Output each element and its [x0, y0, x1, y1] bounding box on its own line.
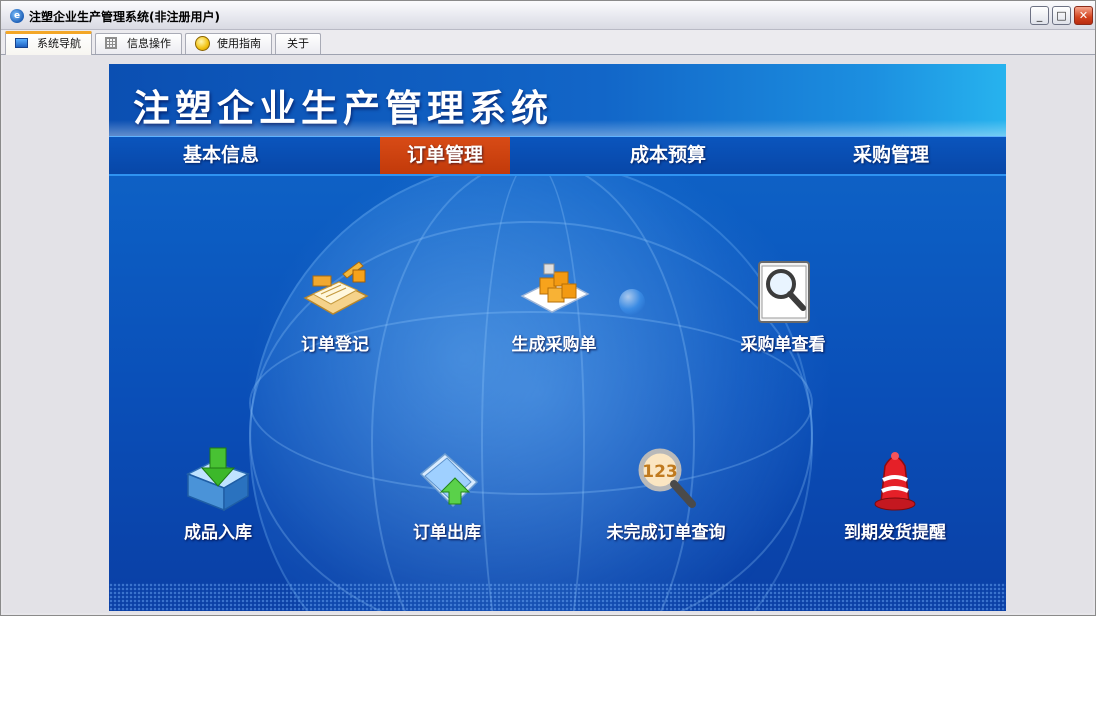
close-button[interactable]: ✕ [1074, 6, 1093, 25]
tab-label: 信息操作 [127, 37, 171, 50]
func-unfinished-query[interactable]: 123 未完成订单查询 [581, 444, 751, 554]
func-label: 订单出库 [413, 523, 481, 543]
func-label: 成品入库 [184, 523, 252, 543]
nav-cost-budget[interactable]: 成本预算 [603, 137, 733, 174]
tab-user-guide[interactable]: 使用指南 [185, 33, 272, 54]
tab-system-nav[interactable]: 系统导航 [5, 31, 92, 55]
order-register-icon [299, 256, 371, 328]
tab-label: 系统导航 [37, 37, 81, 50]
func-order-out[interactable]: 订单出库 [362, 444, 532, 554]
svg-text:123: 123 [642, 462, 678, 482]
system-title: 注塑企业生产管理系统 [133, 87, 553, 130]
window-title: 注塑企业生产管理系统(非注册用户) [29, 10, 220, 24]
tab-label: 使用指南 [217, 37, 261, 50]
generate-purchase-icon [518, 256, 590, 328]
func-label: 到期发货提醒 [844, 523, 946, 543]
navigation-panel: 注塑企业生产管理系统 基本信息 订单管理 成本预算 采购管理 订单登记 生成采购… [109, 64, 1006, 611]
minimize-button[interactable]: _ [1030, 6, 1049, 25]
func-label: 生成采购单 [511, 335, 597, 355]
purchase-view-icon [747, 256, 819, 328]
func-generate-purchase[interactable]: 生成采购单 [469, 256, 639, 366]
content-area: 注塑企业生产管理系统 基本信息 订单管理 成本预算 采购管理 订单登记 生成采购… [3, 55, 1093, 613]
grid-icon [105, 37, 117, 49]
func-purchase-view[interactable]: 采购单查看 [698, 256, 868, 366]
nav-basic-info[interactable]: 基本信息 [156, 137, 286, 174]
func-stock-in[interactable]: 成品入库 [133, 444, 303, 554]
order-out-icon [411, 444, 483, 516]
nav-purchase-management[interactable]: 采购管理 [826, 137, 956, 174]
unfinished-query-icon: 123 [630, 444, 702, 516]
func-label: 未完成订单查询 [606, 523, 726, 543]
module-nav: 基本信息 订单管理 成本预算 采购管理 [109, 136, 1006, 176]
func-order-register[interactable]: 订单登记 [250, 256, 420, 366]
help-icon [195, 36, 210, 51]
tab-about[interactable]: 关于 [275, 33, 321, 54]
func-label: 采购单查看 [740, 335, 826, 355]
monitor-icon [15, 38, 28, 48]
due-alarm-icon [859, 444, 931, 516]
restore-button[interactable]: □ [1052, 6, 1071, 25]
dot-pattern [109, 583, 1006, 611]
title-bar[interactable]: e 注塑企业生产管理系统(非注册用户) _ □ ✕ [1, 1, 1095, 30]
tab-info-operations[interactable]: 信息操作 [95, 33, 182, 54]
nav-order-management[interactable]: 订单管理 [380, 137, 510, 174]
tab-strip: 系统导航 信息操作 使用指南 关于 [1, 30, 1095, 55]
app-window: e 注塑企业生产管理系统(非注册用户) _ □ ✕ 系统导航 信息操作 使用指南… [0, 0, 1096, 616]
app-logo-icon: e [10, 9, 24, 23]
func-due-alarm[interactable]: 到期发货提醒 [810, 444, 980, 554]
banner-header: 注塑企业生产管理系统 [109, 64, 1006, 136]
func-label: 订单登记 [301, 335, 369, 355]
tab-label: 关于 [287, 37, 309, 50]
stock-in-icon [182, 444, 254, 516]
